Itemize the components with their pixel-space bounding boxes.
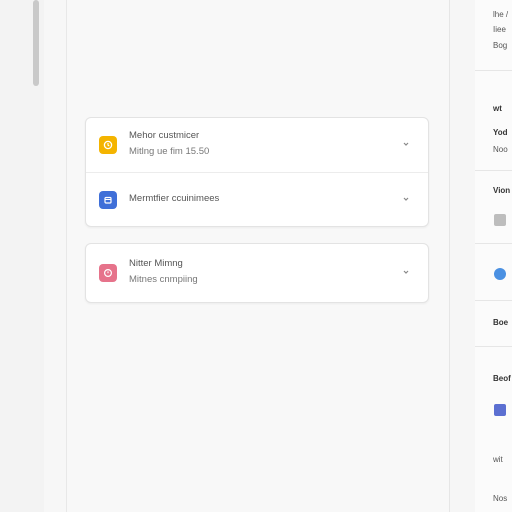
clock-icon [99, 136, 117, 154]
list-item[interactable]: Mermtfier ccuinimees [86, 172, 428, 227]
right-panel-item[interactable]: Bog [493, 41, 507, 50]
list-item-text: Mermtfier ccuinimees [129, 193, 219, 205]
right-panel-item[interactable]: Yod [493, 128, 508, 137]
chevron-down-icon[interactable] [402, 195, 410, 203]
chevron-down-icon[interactable] [402, 268, 410, 276]
right-panel-item[interactable]: Iiee [493, 25, 506, 34]
list-item-text: Nitter Mimng Mitnes cnmpiing [129, 258, 198, 286]
main-content: Mehor custmicer Mitlng ue fim 15.50 Merm… [67, 0, 449, 512]
divider [475, 300, 512, 301]
divider [475, 170, 512, 171]
calendar-icon[interactable] [494, 404, 506, 416]
chevron-down-icon[interactable] [402, 140, 410, 148]
left-gutter [44, 0, 67, 512]
scrollbar-thumb[interactable] [33, 0, 39, 86]
list-item[interactable]: Mehor custmicer Mitlng ue fim 15.50 [86, 118, 428, 172]
left-sidebar [0, 0, 45, 512]
right-panel-item[interactable]: wt [493, 104, 502, 113]
right-separator [449, 0, 476, 512]
divider [475, 243, 512, 244]
calendar-icon [99, 191, 117, 209]
list-item-subtitle: Mitnes cnmpiing [129, 274, 198, 285]
list-item-title: Mehor custmicer [129, 130, 200, 141]
app-window: Mehor custmicer Mitlng ue fim 15.50 Merm… [0, 0, 512, 512]
right-panel-item[interactable]: Noo [493, 145, 508, 154]
list-item-title: Nitter Mimng [129, 258, 183, 269]
list-item-text: Mehor custmicer Mitlng ue fim 15.50 [129, 130, 209, 158]
divider [475, 346, 512, 347]
right-panel-item[interactable]: Vion [493, 186, 510, 195]
right-panel-item[interactable]: Boe [493, 318, 508, 327]
list-item-subtitle: Mitlng ue fim 15.50 [129, 146, 210, 157]
list-item[interactable]: Nitter Mimng Mitnes cnmpiing [86, 244, 428, 302]
file-icon[interactable] [494, 214, 506, 226]
right-panel-item[interactable]: Beof [493, 374, 511, 383]
reminder-card: Mehor custmicer Mitlng ue fim 15.50 Merm… [85, 117, 429, 227]
alarm-card: Nitter Mimng Mitnes cnmpiing [85, 243, 429, 303]
divider [475, 70, 512, 71]
alarm-icon [99, 264, 117, 282]
right-panel-item[interactable]: lhe / [493, 10, 508, 19]
list-item-title: Mermtfier ccuinimees [129, 193, 220, 204]
right-panel-item[interactable]: wit [493, 455, 503, 464]
right-panel-item[interactable]: Nos [493, 494, 507, 503]
info-icon[interactable] [494, 268, 506, 280]
right-panel: lhe / Iiee Bog wt Yod Noo Vion Boe Beof … [475, 0, 512, 512]
